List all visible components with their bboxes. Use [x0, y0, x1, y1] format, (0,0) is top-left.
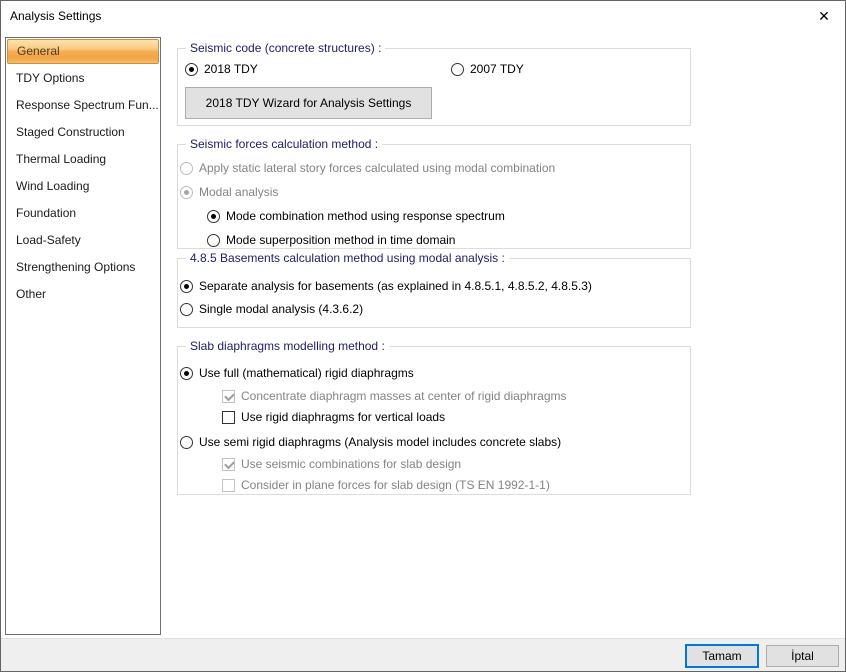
- radio-2018-tdy[interactable]: 2018 TDY: [185, 61, 258, 77]
- titlebar: Analysis Settings ✕: [1, 1, 845, 31]
- radio-modal-analysis: Modal analysis: [180, 184, 278, 200]
- radio-semi-rigid[interactable]: Use semi rigid diaphragms (Analysis mode…: [180, 434, 561, 450]
- cancel-button[interactable]: İptal: [766, 645, 839, 667]
- sidebar: General TDY Options Response Spectrum Fu…: [5, 37, 161, 635]
- group-seismic-code-title: Seismic code (concrete structures) :: [186, 41, 386, 55]
- radio-2007-tdy-label: 2007 TDY: [470, 62, 524, 76]
- checkbox-icon: [222, 389, 235, 403]
- cancel-button-label: İptal: [791, 649, 814, 663]
- sidebar-item-strengthening-options[interactable]: Strengthening Options: [6, 254, 160, 281]
- checkbox-icon: [222, 410, 235, 424]
- wizard-button[interactable]: 2018 TDY Wizard for Analysis Settings: [185, 87, 432, 119]
- radio-icon: [180, 185, 193, 199]
- group-basements: 4.8.5 Basements calculation method using…: [177, 251, 691, 328]
- radio-2007-tdy[interactable]: 2007 TDY: [451, 61, 524, 77]
- radio-2018-tdy-label: 2018 TDY: [204, 62, 258, 76]
- radio-separate-basements[interactable]: Separate analysis for basements (as expl…: [180, 278, 592, 294]
- radio-semi-rigid-label: Use semi rigid diaphragms (Analysis mode…: [199, 435, 562, 449]
- group-forces-method: Seismic forces calculation method : Appl…: [177, 137, 691, 249]
- checkbox-seismic-combinations-label: Use seismic combinations for slab design: [241, 457, 462, 471]
- dialog-title: Analysis Settings: [10, 9, 102, 23]
- checkbox-rigid-vertical-loads-label: Use rigid diaphragms for vertical loads: [241, 410, 446, 424]
- sidebar-item-load-safety[interactable]: Load-Safety: [6, 227, 160, 254]
- radio-icon: [180, 161, 193, 175]
- radio-icon: [180, 435, 193, 449]
- radio-separate-basements-label: Separate analysis for basements (as expl…: [199, 279, 592, 293]
- radio-mode-combination-label: Mode combination method using response s…: [226, 209, 505, 223]
- group-slab-diaphragms: Slab diaphragms modelling method : Use f…: [177, 339, 691, 495]
- checkbox-concentrate-masses-label: Concentrate diaphragm masses at center o…: [241, 389, 567, 403]
- radio-mode-superposition-label: Mode superposition method in time domain: [226, 233, 456, 247]
- group-basements-title: 4.8.5 Basements calculation method using…: [186, 251, 509, 265]
- sidebar-item-wind-loading[interactable]: Wind Loading: [6, 173, 160, 200]
- sidebar-item-general[interactable]: General: [7, 39, 159, 64]
- checkbox-icon: [222, 457, 235, 471]
- radio-icon: [180, 302, 193, 316]
- sidebar-item-other[interactable]: Other: [6, 281, 160, 308]
- radio-icon: [180, 279, 193, 293]
- close-icon: ✕: [818, 7, 830, 24]
- checkbox-concentrate-masses: Concentrate diaphragm masses at center o…: [222, 388, 567, 404]
- radio-icon: [207, 233, 220, 247]
- group-forces-method-title: Seismic forces calculation method :: [186, 137, 383, 151]
- radio-full-rigid-label: Use full (mathematical) rigid diaphragms: [199, 366, 414, 380]
- radio-mode-superposition[interactable]: Mode superposition method in time domain: [207, 232, 455, 248]
- radio-modal-analysis-label: Modal analysis: [199, 185, 279, 199]
- sidebar-item-response-spectrum[interactable]: Response Spectrum Fun...: [6, 92, 160, 119]
- radio-mode-combination[interactable]: Mode combination method using response s…: [207, 208, 505, 224]
- group-slab-diaphragms-title: Slab diaphragms modelling method :: [186, 339, 389, 353]
- radio-full-rigid[interactable]: Use full (mathematical) rigid diaphragms: [180, 365, 414, 381]
- ok-button-label: Tamam: [702, 649, 742, 663]
- checkbox-icon: [222, 478, 235, 492]
- checkbox-rigid-vertical-loads[interactable]: Use rigid diaphragms for vertical loads: [222, 409, 445, 425]
- analysis-settings-dialog: Analysis Settings ✕ General TDY Options …: [0, 0, 846, 672]
- group-seismic-code: Seismic code (concrete structures) : 201…: [177, 41, 691, 126]
- sidebar-item-thermal-loading[interactable]: Thermal Loading: [6, 146, 160, 173]
- sidebar-item-tdy-options[interactable]: TDY Options: [6, 65, 160, 92]
- radio-static-lateral: Apply static lateral story forces calcul…: [180, 160, 555, 176]
- checkbox-in-plane-forces-label: Consider in plane forces for slab design…: [241, 478, 550, 492]
- sidebar-item-foundation[interactable]: Foundation: [6, 200, 160, 227]
- sidebar-item-staged-construction[interactable]: Staged Construction: [6, 119, 160, 146]
- radio-icon: [180, 366, 193, 380]
- radio-static-lateral-label: Apply static lateral story forces calcul…: [199, 161, 556, 175]
- radio-icon: [207, 209, 220, 223]
- checkbox-seismic-combinations: Use seismic combinations for slab design: [222, 456, 461, 472]
- radio-icon: [185, 62, 198, 76]
- radio-single-modal-label: Single modal analysis (4.3.6.2): [199, 302, 364, 316]
- radio-single-modal[interactable]: Single modal analysis (4.3.6.2): [180, 301, 363, 317]
- ok-button[interactable]: Tamam: [685, 644, 759, 668]
- checkbox-in-plane-forces: Consider in plane forces for slab design…: [222, 477, 550, 493]
- close-button[interactable]: ✕: [807, 1, 841, 30]
- radio-icon: [451, 62, 464, 76]
- wizard-button-label: 2018 TDY Wizard for Analysis Settings: [205, 96, 412, 110]
